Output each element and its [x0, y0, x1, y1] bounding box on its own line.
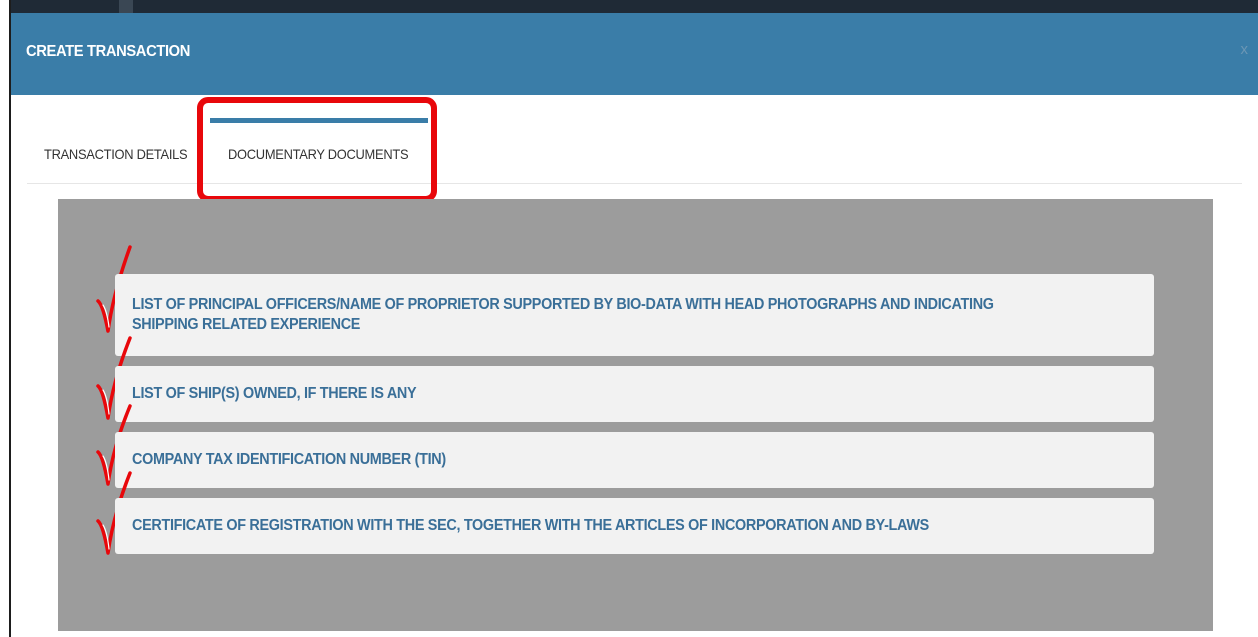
window-top-bar [11, 0, 1258, 13]
document-item-label: LIST OF SHIP(S) OWNED, IF THERE IS ANY [132, 385, 417, 402]
close-icon[interactable]: x [1241, 41, 1249, 58]
modal-title: CREATE TRANSACTION [26, 43, 191, 60]
tab-documentary-documents[interactable]: DOCUMENTARY DOCUMENTS [228, 146, 409, 162]
document-item[interactable]: LIST OF SHIP(S) OWNED, IF THERE IS ANY [115, 366, 1154, 422]
documents-panel: LIST OF PRINCIPAL OFFICERS/NAME OF PROPR… [58, 199, 1213, 631]
document-item-label: LIST OF PRINCIPAL OFFICERS/NAME OF PROPR… [132, 296, 994, 333]
create-transaction-modal: CREATE TRANSACTION x TRANSACTION DETAILS… [9, 0, 1258, 637]
active-tab-indicator [210, 118, 428, 123]
document-item[interactable]: CERTIFICATE OF REGISTRATION WITH THE SEC… [115, 498, 1154, 554]
document-item[interactable]: LIST OF PRINCIPAL OFFICERS/NAME OF PROPR… [115, 274, 1154, 356]
tab-transaction-details[interactable]: TRANSACTION DETAILS [44, 146, 188, 162]
document-item[interactable]: COMPANY TAX IDENTIFICATION NUMBER (TIN) [115, 432, 1154, 488]
document-item-label: CERTIFICATE OF REGISTRATION WITH THE SEC… [132, 517, 929, 534]
modal-header: CREATE TRANSACTION x [11, 13, 1258, 95]
tab-bar: TRANSACTION DETAILS DOCUMENTARY DOCUMENT… [27, 95, 1242, 184]
top-bar-notch [119, 0, 133, 13]
document-item-label: COMPANY TAX IDENTIFICATION NUMBER (TIN) [132, 451, 446, 468]
